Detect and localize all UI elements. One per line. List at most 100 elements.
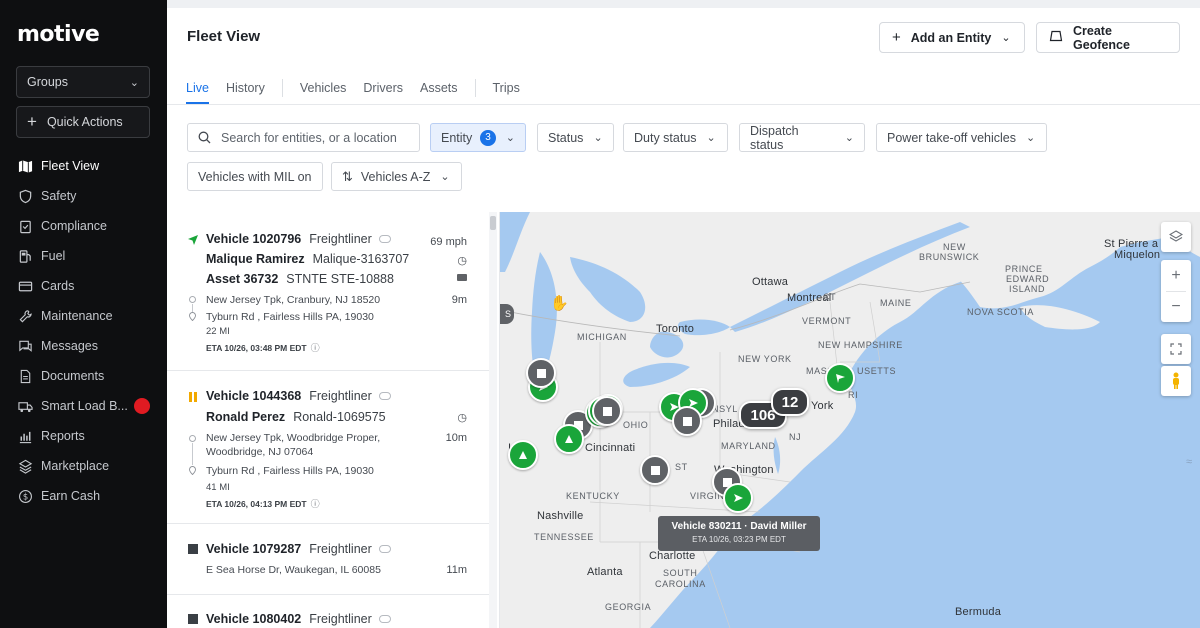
origin-time: 10m xyxy=(445,432,467,444)
vehicle-name[interactable]: Vehicle 1079287 xyxy=(206,542,301,556)
origin-address-line-2: Woodbridge, NJ 07064 xyxy=(206,446,314,458)
asset-row: Asset 36732 STNTE STE-10888 xyxy=(206,272,394,286)
chevron-down-icon: ⌄ xyxy=(706,132,716,144)
sort-dropdown[interactable]: ⇅ Vehicles A-Z ⌄ xyxy=(331,162,462,191)
tab-drivers[interactable]: Drivers xyxy=(363,74,403,102)
info-icon[interactable]: ⓘ xyxy=(311,497,320,510)
map-label-ct: CT xyxy=(823,292,837,302)
vehicle-name[interactable]: Vehicle 1080402 xyxy=(206,612,301,626)
street-view-button[interactable] xyxy=(1161,366,1191,396)
list-scrollbar[interactable] xyxy=(489,212,497,628)
map-label-bermuda: Bermuda xyxy=(955,606,1002,618)
sidebar-item-documents[interactable]: Documents xyxy=(0,361,167,391)
add-entity-button[interactable]: + Add an Entity ⌄ xyxy=(879,22,1025,53)
stop-square-icon xyxy=(602,406,612,416)
vehicle-card[interactable]: Vehicle 1020796 Freightliner 69 mph Mali… xyxy=(187,232,467,362)
vehicle-list[interactable]: Vehicle 1020796 Freightliner 69 mph Mali… xyxy=(167,212,500,628)
destination-pin-icon xyxy=(189,466,196,475)
asset-name[interactable]: Asset 36732 xyxy=(206,272,278,286)
map-label-ri: RI xyxy=(848,390,859,400)
vehicle-marker-stopped[interactable] xyxy=(640,455,670,485)
map-label-york: York xyxy=(811,400,834,412)
tab-assets[interactable]: Assets xyxy=(420,74,458,102)
sidebar-item-maintenance[interactable]: Maintenance xyxy=(0,301,167,331)
sidebar-item-fuel[interactable]: Fuel xyxy=(0,241,167,271)
pto-filter[interactable]: Power take-off vehicles ⌄ xyxy=(876,123,1047,152)
sort-icon: ⇅ xyxy=(342,168,353,184)
vehicle-card[interactable]: Vehicle 1044368 Freightliner Ronald Pere… xyxy=(187,389,467,509)
map-label-pei-2: EDWARD xyxy=(1006,274,1050,284)
sidebar-item-cards[interactable]: Cards xyxy=(0,271,167,301)
tab-history[interactable]: History xyxy=(226,74,265,102)
vehicle-marker-moving[interactable] xyxy=(723,483,753,513)
vehicle-make: Freightliner xyxy=(309,612,372,626)
zoom-out-button[interactable]: − xyxy=(1171,292,1180,322)
direction-arrow-icon xyxy=(734,494,743,502)
driver-name[interactable]: Malique Ramirez xyxy=(206,252,305,266)
sidebar-item-marketplace[interactable]: Marketplace xyxy=(0,451,167,481)
vehicle-make: Freightliner xyxy=(309,389,372,403)
messages-icon xyxy=(17,338,33,354)
create-geofence-button[interactable]: Create Geofence xyxy=(1036,22,1180,53)
tab-trips[interactable]: Trips xyxy=(493,74,520,102)
sidebar-item-safety[interactable]: Safety xyxy=(0,181,167,211)
sidebar-item-label: Maintenance xyxy=(41,309,113,323)
tab-vehicles[interactable]: Vehicles xyxy=(300,74,347,102)
tab-live[interactable]: Live xyxy=(186,74,209,104)
status-filter[interactable]: Status ⌄ xyxy=(537,123,614,152)
direction-arrow-icon xyxy=(836,374,845,383)
quick-actions-button[interactable]: + Quick Actions xyxy=(16,106,150,138)
map-label-vermont: VERMONT xyxy=(802,316,852,326)
fleet-map[interactable]: Ottawa Montreal Toronto MICHIGAN NEW YOR… xyxy=(500,212,1200,628)
fullscreen-button[interactable] xyxy=(1161,334,1191,364)
browser-top-strip xyxy=(167,0,1200,8)
vehicle-card[interactable]: Vehicle 1080402 Freightliner xyxy=(187,612,467,628)
map-icon xyxy=(17,158,33,174)
route-line xyxy=(192,304,193,312)
vehicle-marker-moving[interactable] xyxy=(825,363,855,393)
vehicle-marker-stopped[interactable] xyxy=(526,358,556,388)
map-edge-marker[interactable]: S xyxy=(500,304,514,324)
sidebar-item-compliance[interactable]: Compliance xyxy=(0,211,167,241)
motive-logo[interactable]: motive xyxy=(17,22,100,47)
notification-dot xyxy=(134,398,150,414)
groups-dropdown[interactable]: Groups ⌄ xyxy=(16,66,150,98)
sidebar-item-messages[interactable]: Messages xyxy=(0,331,167,361)
dispatch-status-filter[interactable]: Dispatch status ⌄ xyxy=(739,123,865,152)
destination-address: Tyburn Rd , Fairless Hills PA, 19030 xyxy=(206,465,374,477)
entity-filter[interactable]: Entity 3 ⌄ xyxy=(430,123,526,152)
vehicle-marker-stopped[interactable] xyxy=(592,396,622,426)
sidebar-item-label: Safety xyxy=(41,189,77,203)
zoom-in-button[interactable]: + xyxy=(1171,261,1180,291)
vehicle-card[interactable]: Vehicle 1079287 Freightliner E Sea Horse… xyxy=(187,542,467,582)
map-label-ottawa: Ottawa xyxy=(752,276,789,288)
chevron-down-icon: ⌄ xyxy=(1001,32,1011,44)
zoom-controls: + − xyxy=(1161,260,1191,322)
stopped-icon xyxy=(188,544,198,554)
vehicle-marker-moving[interactable] xyxy=(508,440,538,470)
sidebar-item-reports[interactable]: Reports xyxy=(0,421,167,451)
driver-name[interactable]: Ronald Perez xyxy=(206,410,285,424)
entity-count-badge: 3 xyxy=(480,129,496,146)
sidebar-item-earn-cash[interactable]: $ Earn Cash xyxy=(0,481,167,511)
stop-square-icon xyxy=(536,368,546,378)
vehicle-header: Vehicle 1020796 Freightliner xyxy=(206,232,391,246)
vehicle-name[interactable]: Vehicle 1044368 xyxy=(206,389,301,403)
sidebar-item-smart-load-board[interactable]: Smart Load B... xyxy=(0,391,167,421)
reports-icon xyxy=(17,428,33,444)
vehicle-name[interactable]: Vehicle 1020796 xyxy=(206,232,301,246)
vehicle-marker-moving[interactable] xyxy=(554,424,584,454)
sidebar-item-fleet-view[interactable]: Fleet View xyxy=(0,151,167,181)
layers-button[interactable] xyxy=(1161,222,1191,252)
vehicle-marker-stopped[interactable] xyxy=(672,406,702,436)
duty-status-filter[interactable]: Duty status ⌄ xyxy=(623,123,728,152)
scrollbar-thumb[interactable] xyxy=(490,216,496,230)
tab-separator xyxy=(281,79,283,97)
vehicle-cluster[interactable]: 12 xyxy=(771,388,809,416)
info-icon[interactable]: ⓘ xyxy=(311,341,320,354)
mil-filter[interactable]: Vehicles with MIL on xyxy=(187,162,323,191)
chevron-down-icon: ⌄ xyxy=(440,171,450,183)
map-label-cincinnati: Cincinnati xyxy=(585,442,636,454)
search-input[interactable] xyxy=(221,130,411,145)
plus-icon: + xyxy=(27,112,37,131)
